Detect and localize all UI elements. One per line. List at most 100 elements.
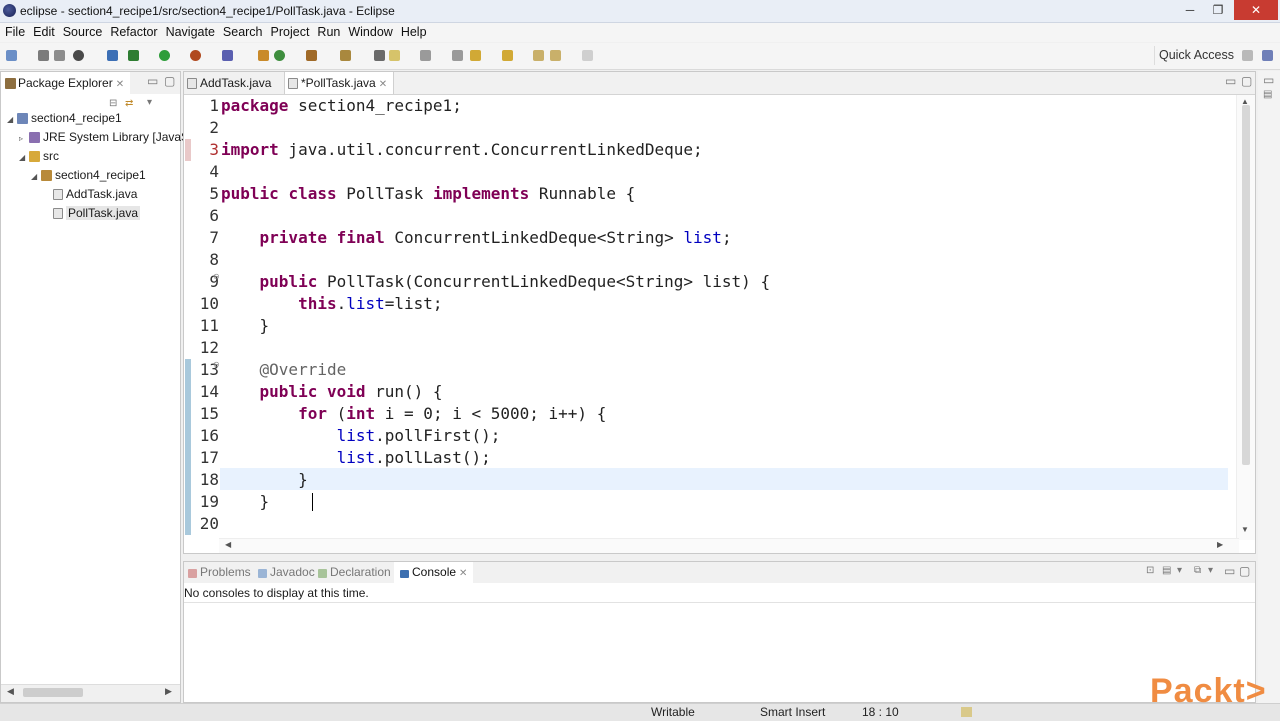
minimize-view-icon[interactable]: ▭ bbox=[147, 74, 158, 88]
terminal-icon[interactable] bbox=[73, 50, 84, 61]
scroll-right-icon[interactable]: ▶ bbox=[1217, 540, 1223, 549]
close-tab-icon[interactable]: ✕ bbox=[459, 568, 467, 579]
close-button[interactable]: ✕ bbox=[1234, 0, 1278, 20]
collapse-all-icon[interactable]: ⊟ bbox=[109, 98, 117, 109]
code-area[interactable]: package section4_recipe1;import java.uti… bbox=[221, 95, 1226, 540]
last-edit-location-icon[interactable] bbox=[533, 50, 544, 61]
tree-item[interactable]: ◢ section4_recipe1 bbox=[31, 166, 146, 184]
scroll-thumb[interactable] bbox=[1242, 105, 1250, 465]
tab-package-explorer[interactable]: Package Explorer ✕ bbox=[1, 72, 131, 94]
tab-problems[interactable]: Problems bbox=[188, 562, 251, 583]
code-line[interactable]: private final ConcurrentLinkedDeque<Stri… bbox=[221, 227, 732, 249]
forward-icon[interactable] bbox=[582, 50, 593, 61]
editor-hscrollbar[interactable]: ◀ ▶ bbox=[219, 538, 1239, 553]
menu-run[interactable]: Run bbox=[313, 23, 344, 39]
menu-window[interactable]: Window bbox=[344, 23, 396, 39]
scroll-down-icon[interactable]: ▼ bbox=[1241, 525, 1249, 534]
console-menu-icon[interactable]: ▾ bbox=[1177, 565, 1182, 576]
skip-breakpoints-icon[interactable] bbox=[107, 50, 118, 61]
tab-javadoc[interactable]: Javadoc bbox=[258, 562, 315, 583]
toggle-mark-occurrences-icon[interactable] bbox=[374, 50, 385, 61]
package-explorer-hscrollbar[interactable]: ◀ ▶ bbox=[1, 684, 180, 702]
tree-item[interactable]: ◢ section4_recipe1 bbox=[7, 109, 122, 127]
search-icon[interactable] bbox=[340, 50, 351, 61]
code-line[interactable]: list.pollFirst(); bbox=[221, 425, 501, 447]
menu-navigate[interactable]: Navigate bbox=[162, 23, 219, 39]
menu-help[interactable]: Help bbox=[397, 23, 431, 39]
code-line[interactable]: list.pollLast(); bbox=[221, 447, 491, 469]
close-tab-icon[interactable]: ✕ bbox=[116, 79, 124, 90]
restore-icon[interactable]: ▭ bbox=[1263, 73, 1274, 87]
scroll-right-icon[interactable]: ▶ bbox=[165, 686, 172, 697]
code-line[interactable]: for (int i = 0; i < 5000; i++) { bbox=[221, 403, 606, 425]
java-perspective-icon[interactable] bbox=[1262, 50, 1273, 61]
editor-vscrollbar[interactable]: ▲ ▼ bbox=[1236, 95, 1255, 540]
open-perspective-icon[interactable] bbox=[1242, 50, 1253, 61]
maximize-view-icon[interactable]: ▢ bbox=[1239, 564, 1250, 578]
code-line[interactable]: @Override bbox=[221, 359, 347, 381]
external-tools-icon[interactable] bbox=[190, 50, 201, 61]
toggle-word-wrap-icon[interactable] bbox=[389, 50, 400, 61]
open-type-icon[interactable] bbox=[306, 50, 317, 61]
previous-annotation-icon[interactable] bbox=[502, 50, 513, 61]
run-icon[interactable] bbox=[159, 50, 170, 61]
tree-twisty-icon[interactable]: ▹ bbox=[19, 130, 29, 148]
next-annotation-icon[interactable] bbox=[470, 50, 481, 61]
maximize-view-icon[interactable]: ▢ bbox=[164, 74, 175, 88]
code-line[interactable]: this.list=list; bbox=[221, 293, 443, 315]
fold-icon[interactable]: ⊖ bbox=[213, 272, 220, 281]
heap-status-icon[interactable] bbox=[961, 707, 972, 717]
tree-twisty-icon[interactable]: ◢ bbox=[19, 149, 29, 167]
tab-console[interactable]: Console ✕ bbox=[394, 562, 474, 583]
show-whitespace-icon[interactable] bbox=[420, 50, 431, 61]
new-icon[interactable] bbox=[6, 50, 17, 61]
code-line[interactable]: } bbox=[221, 315, 270, 337]
display-console-icon[interactable]: ▤ bbox=[1162, 565, 1171, 576]
menu-file[interactable]: File bbox=[1, 23, 29, 39]
tab-addtask[interactable]: AddTask.java bbox=[184, 72, 277, 94]
tree-item[interactable]: ▹ JRE System Library [JavaS bbox=[19, 128, 189, 146]
scroll-left-icon[interactable]: ◀ bbox=[225, 540, 231, 549]
link-with-editor-icon[interactable]: ⇄ bbox=[125, 98, 133, 109]
minimize-button[interactable]: ─ bbox=[1176, 0, 1204, 20]
minimize-editor-icon[interactable]: ▭ bbox=[1225, 74, 1236, 88]
save-all-icon[interactable] bbox=[54, 50, 65, 61]
new-java-class-icon[interactable] bbox=[274, 50, 285, 61]
menu-source[interactable]: Source bbox=[59, 23, 107, 39]
code-line[interactable]: } bbox=[221, 469, 308, 491]
quick-access-input[interactable]: Quick Access bbox=[1153, 46, 1238, 65]
code-line[interactable]: public void run() { bbox=[221, 381, 443, 403]
scroll-left-icon[interactable]: ◀ bbox=[7, 686, 14, 697]
tree-twisty-icon[interactable]: ◢ bbox=[7, 111, 17, 129]
open-console-icon[interactable]: ⧉ bbox=[1194, 565, 1201, 576]
open-console-menu-icon[interactable]: ▾ bbox=[1208, 565, 1213, 576]
menu-project[interactable]: Project bbox=[267, 23, 314, 39]
maximize-editor-icon[interactable]: ▢ bbox=[1241, 74, 1252, 88]
new-java-package-icon[interactable] bbox=[258, 50, 269, 61]
menu-edit[interactable]: Edit bbox=[29, 23, 59, 39]
tree-item[interactable]: PollTask.java bbox=[43, 204, 141, 222]
coverage-icon[interactable] bbox=[222, 50, 233, 61]
block-selection-icon[interactable] bbox=[452, 50, 463, 61]
tab-declaration[interactable]: Declaration bbox=[318, 562, 391, 583]
code-line[interactable]: import java.util.concurrent.ConcurrentLi… bbox=[221, 139, 703, 161]
debug-icon[interactable] bbox=[128, 50, 139, 61]
code-line[interactable]: public class PollTask implements Runnabl… bbox=[221, 183, 635, 205]
code-line[interactable]: public PollTask(ConcurrentLinkedDeque<St… bbox=[221, 271, 771, 293]
pin-console-icon[interactable]: ⊡ bbox=[1146, 565, 1154, 576]
maximize-button[interactable]: ❐ bbox=[1204, 0, 1232, 20]
tab-polltask[interactable]: *PollTask.java ✕ bbox=[284, 72, 395, 94]
tree-item[interactable]: AddTask.java bbox=[43, 185, 137, 203]
back-icon[interactable] bbox=[550, 50, 561, 61]
close-tab-icon[interactable]: ✕ bbox=[379, 79, 387, 90]
code-line[interactable]: } bbox=[221, 491, 270, 513]
code-line[interactable]: package section4_recipe1; bbox=[221, 95, 462, 117]
tree-twisty-icon[interactable]: ◢ bbox=[31, 168, 41, 186]
minimize-view-icon[interactable]: ▭ bbox=[1224, 564, 1235, 578]
scroll-thumb[interactable] bbox=[23, 688, 83, 697]
outline-icon[interactable]: ▤ bbox=[1263, 89, 1272, 100]
fold-icon[interactable]: ⊖ bbox=[213, 360, 220, 369]
tree-item[interactable]: ◢ src bbox=[19, 147, 59, 165]
view-menu-icon[interactable]: ▾ bbox=[147, 97, 152, 108]
menu-search[interactable]: Search bbox=[219, 23, 267, 39]
